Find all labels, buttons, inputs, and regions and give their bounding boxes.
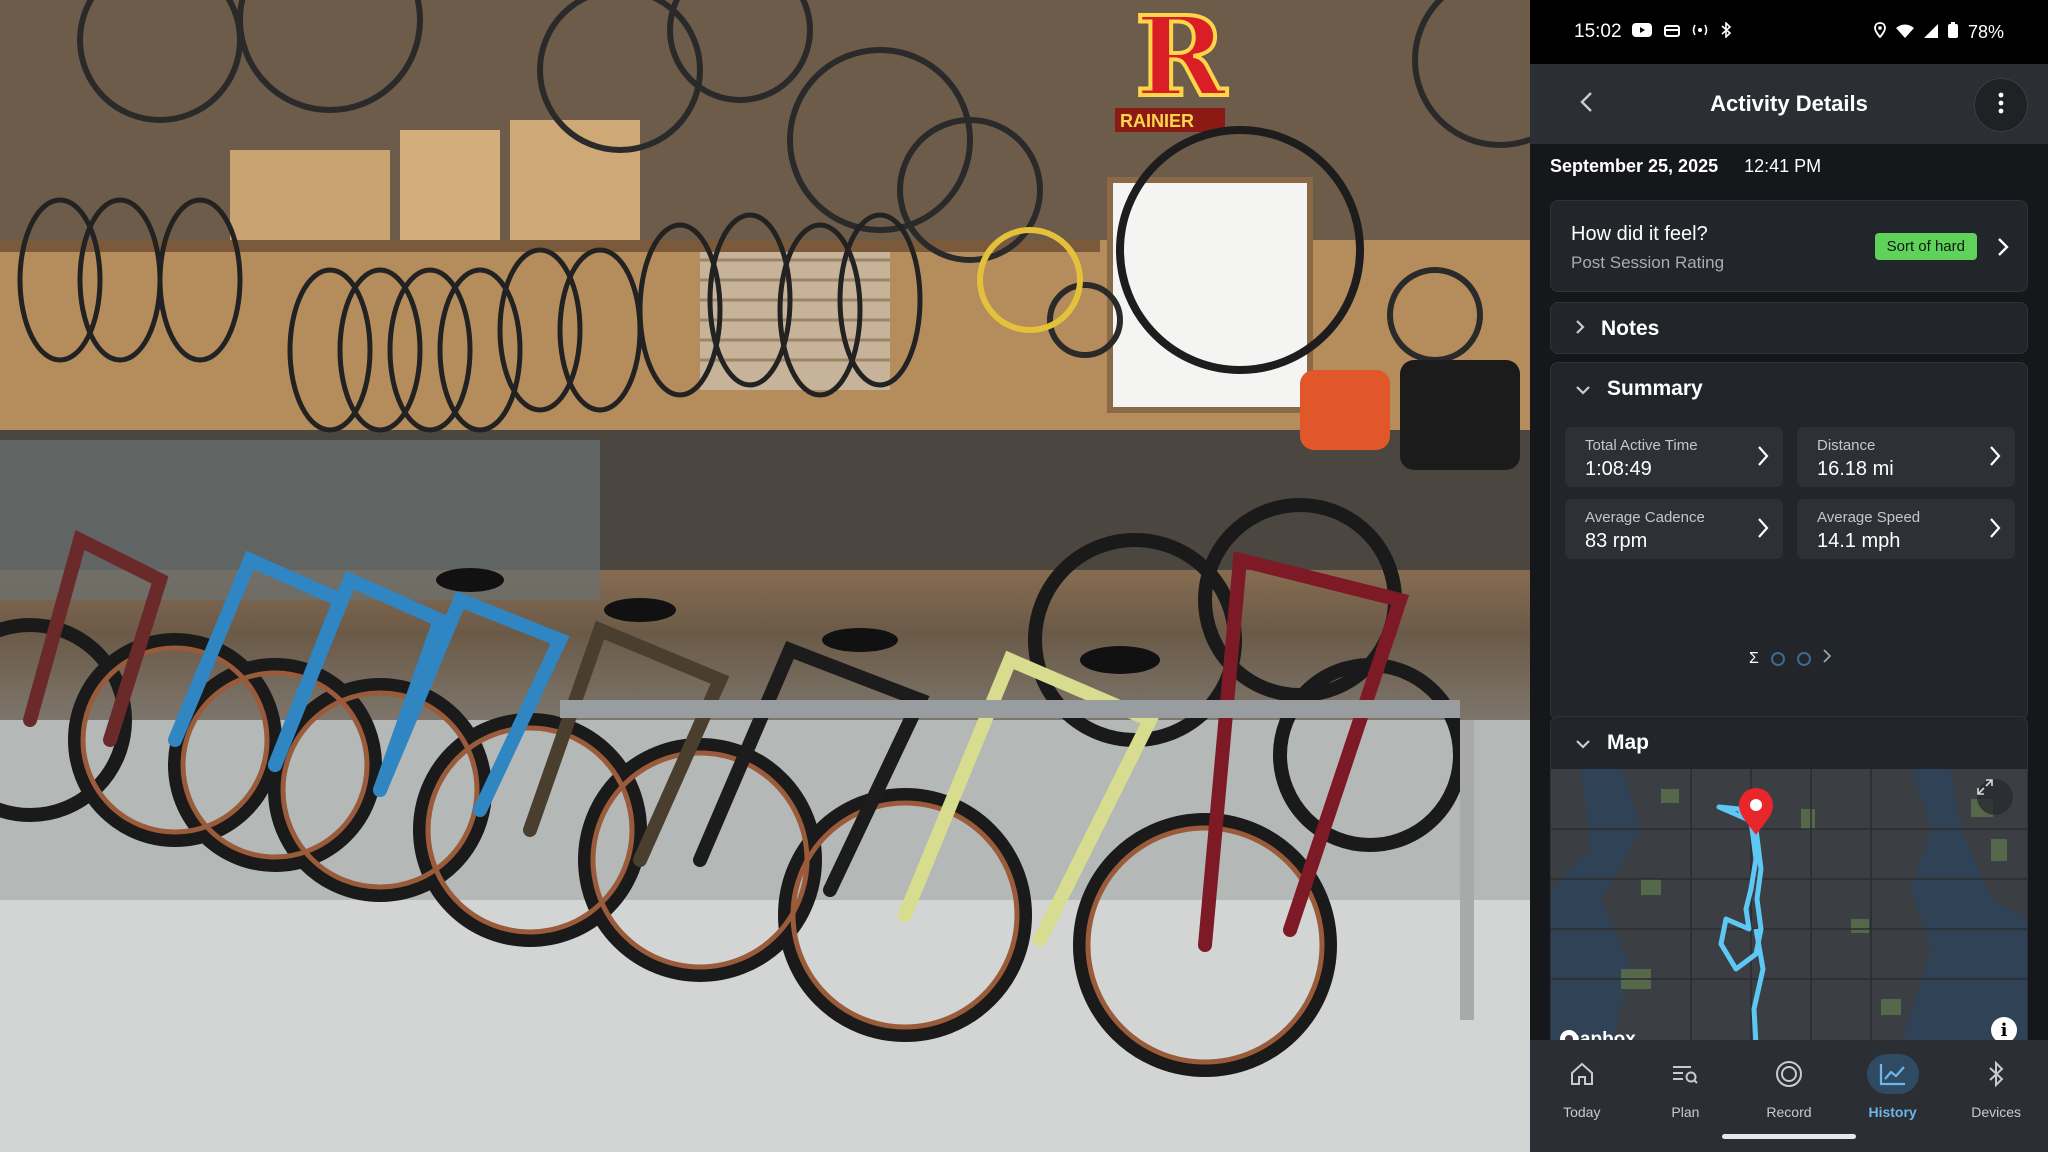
map-section: Map mapbox i <box>1550 716 2028 1044</box>
nav-devices[interactable]: Devices <box>1944 1040 2048 1152</box>
phone-screen: 15:02 78% Activity Details September 25,… <box>1530 0 2048 1152</box>
battery-percent: 78% <box>1967 21 2004 42</box>
activity-date: September 25, 2025 <box>1550 156 1719 176</box>
nav-label: History <box>1868 1104 1917 1120</box>
rating-badge: Sort of hard <box>1874 233 1977 260</box>
stat-label: Distance <box>1817 437 1876 454</box>
stat-value: 14.1 mph <box>1817 530 1901 552</box>
wifi-icon <box>1895 22 1914 43</box>
more-options-button[interactable] <box>1974 78 2028 132</box>
svg-text:R: R <box>1135 0 1228 121</box>
record-icon <box>1763 1054 1815 1094</box>
app-bar: Activity Details <box>1530 64 2048 144</box>
nav-history[interactable]: History <box>1841 1040 1945 1152</box>
chevron-right-icon <box>1757 517 1769 544</box>
history-icon <box>1866 1054 1919 1094</box>
chevron-right-icon[interactable] <box>1823 649 1832 668</box>
home-indicator[interactable] <box>1722 1134 1856 1139</box>
map-label: Map <box>1607 731 1649 754</box>
home-icon <box>1556 1054 1608 1094</box>
chevron-down-icon <box>1575 731 1591 755</box>
stat-value: 16.18 mi <box>1817 458 1894 480</box>
chevron-right-icon <box>1989 445 2001 472</box>
notes-label: Notes <box>1601 317 1660 340</box>
youtube-icon <box>1631 23 1652 41</box>
chevron-right-icon <box>1757 445 1769 472</box>
photo-illustration: R RAINIER <box>0 0 1530 1152</box>
feel-subtitle: Post Session Rating <box>1571 253 1725 272</box>
summary-pager: Σ <box>1749 649 1832 668</box>
nav-today[interactable]: Today <box>1530 1040 1634 1152</box>
nav-label: Record <box>1766 1104 1812 1120</box>
summary-label: Summary <box>1607 377 1703 400</box>
nav-label: Today <box>1563 1104 1601 1120</box>
chevron-right-icon <box>1997 237 2009 262</box>
card-icon <box>1663 24 1680 41</box>
stat-label: Total Active Time <box>1585 437 1698 454</box>
bike-shop-photo: R RAINIER <box>0 0 1530 1152</box>
stat-label: Average Cadence <box>1585 509 1705 526</box>
notes-section[interactable]: Notes <box>1550 302 2028 354</box>
nav-label: Plan <box>1671 1104 1700 1120</box>
bluetooth-icon <box>1970 1054 2022 1094</box>
location-icon <box>1874 21 1886 43</box>
stat-total-active-time[interactable]: Total Active Time 1:08:49 <box>1565 427 1783 487</box>
expand-map-button[interactable] <box>1977 779 2013 815</box>
page-title: Activity Details <box>1710 91 1868 116</box>
chevron-right-icon <box>1989 517 2001 544</box>
stat-value: 1:08:49 <box>1585 458 1652 480</box>
chevron-left-icon <box>1579 91 1593 118</box>
route-map[interactable]: mapbox i <box>1551 769 2027 1043</box>
summary-section: Summary Total Active Time 1:08:49 Distan… <box>1550 362 2028 720</box>
chevron-down-icon <box>1575 377 1591 401</box>
chevron-right-icon <box>1575 317 1585 341</box>
map-header[interactable]: Map <box>1551 717 2027 769</box>
post-session-rating-card[interactable]: How did it feel? Post Session Rating Sor… <box>1550 200 2028 292</box>
activity-time: 12:41 PM <box>1744 156 1822 176</box>
status-time: 15:02 <box>1574 21 1622 42</box>
stat-average-cadence[interactable]: Average Cadence 83 rpm <box>1565 499 1783 559</box>
svg-text:RAINIER: RAINIER <box>1120 111 1194 131</box>
map-render <box>1551 769 2027 1043</box>
stat-distance[interactable]: Distance 16.18 mi <box>1797 427 2015 487</box>
gauge-page-dot[interactable] <box>1796 651 1811 666</box>
stat-average-speed[interactable]: Average Speed 14.1 mph <box>1797 499 2015 559</box>
summary-header[interactable]: Summary <box>1551 363 2027 415</box>
bluetooth-icon <box>1720 21 1732 42</box>
sigma-page-indicator[interactable]: Σ <box>1749 650 1759 668</box>
stat-value: 83 rpm <box>1585 530 1648 552</box>
battery-icon <box>1947 21 1958 43</box>
feel-title: How did it feel? <box>1571 223 1708 245</box>
nfc-icon <box>1692 23 1708 41</box>
signal-icon <box>1923 22 1938 43</box>
back-button[interactable] <box>1568 86 1604 122</box>
stat-label: Average Speed <box>1817 509 1921 526</box>
activity-datetime: September 25, 2025 12:41 PM <box>1550 156 1821 177</box>
plan-icon <box>1659 1054 1711 1094</box>
clock-page-dot[interactable] <box>1770 651 1785 666</box>
nav-label: Devices <box>1971 1104 2022 1120</box>
status-bar: 15:02 78% <box>1530 0 2048 64</box>
more-vertical-icon <box>1998 92 2004 119</box>
